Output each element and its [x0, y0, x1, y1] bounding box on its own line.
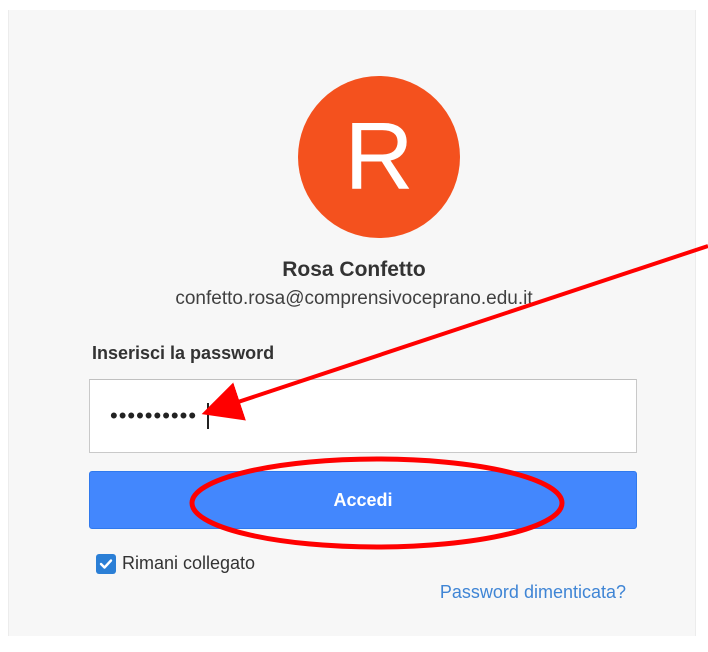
accedi-button[interactable]: Accedi	[89, 471, 637, 529]
checkmark-icon	[99, 558, 113, 569]
user-name: Rosa Confetto	[282, 258, 426, 281]
password-input[interactable]	[89, 379, 637, 453]
user-email: confetto.rosa@comprensivoceprano.edu.it	[175, 288, 533, 309]
avatar-letter: R	[344, 103, 414, 210]
remember-label: Rimani collegato	[122, 553, 256, 573]
password-label: Inserisci la password	[92, 343, 275, 363]
remember-checkbox[interactable]	[96, 553, 116, 574]
forgot-password-link[interactable]: Password dimenticata?	[440, 582, 626, 603]
text-caret	[207, 403, 209, 429]
remember-me[interactable]: Rimani collegato	[96, 553, 255, 574]
user-avatar: R	[298, 76, 460, 238]
